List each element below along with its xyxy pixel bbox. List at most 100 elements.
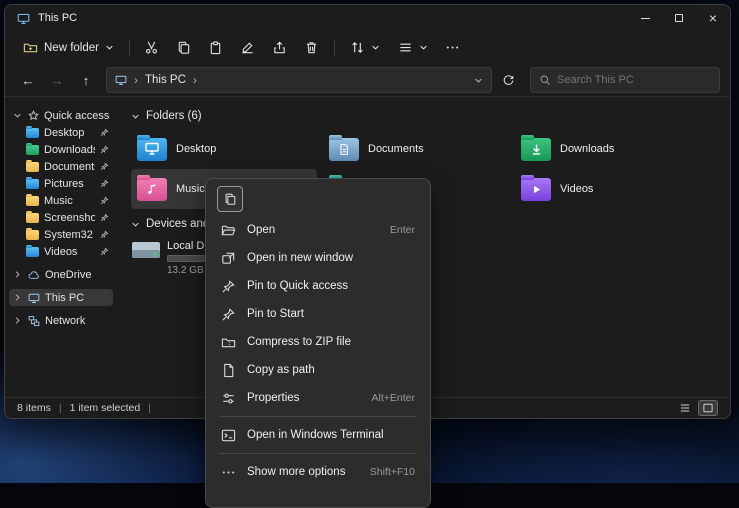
folders-section-header[interactable]: Folders (6) xyxy=(131,107,730,125)
quick-access-icon xyxy=(28,110,39,121)
back-button[interactable]: ← xyxy=(15,67,41,93)
chevron-down-icon xyxy=(371,43,380,52)
chevron-right-icon xyxy=(13,293,23,302)
pin-icon xyxy=(100,247,109,256)
menu-item-show-more-options[interactable]: Show more options Shift+F10 xyxy=(211,458,425,486)
cut-button[interactable] xyxy=(137,34,167,62)
menu-item-copy-as-path[interactable]: Copy as path xyxy=(211,356,425,384)
rename-icon xyxy=(240,40,255,55)
sidebar-item-system32[interactable]: System32 xyxy=(9,226,113,243)
menu-item-pin-to-start[interactable]: Pin to Start xyxy=(211,300,425,328)
refresh-button[interactable] xyxy=(495,67,521,93)
sidebar-item-videos[interactable]: Videos xyxy=(9,243,113,260)
share-button[interactable] xyxy=(265,34,295,62)
sidebar-item-onedrive[interactable]: OneDrive xyxy=(9,266,113,283)
sidebar-item-documents[interactable]: Documents xyxy=(9,158,113,175)
copy-icon xyxy=(176,40,191,55)
minimize-button[interactable] xyxy=(628,5,662,31)
chevron-down-icon xyxy=(419,43,428,52)
chevron-down-icon xyxy=(13,111,23,120)
address-bar: ← → ↑ › This PC › xyxy=(5,64,730,97)
menu-item-pin-to-quick-access[interactable]: Pin to Quick access xyxy=(211,272,425,300)
up-icon: ↑ xyxy=(83,73,90,88)
folder-tile-documents[interactable]: Documents xyxy=(323,129,509,169)
sidebar-item-label: Downloads xyxy=(44,144,95,156)
details-view-button[interactable] xyxy=(675,400,695,416)
menu-item-label: Pin to Quick access xyxy=(247,280,405,292)
sort-button[interactable] xyxy=(342,34,388,62)
search-box[interactable] xyxy=(530,67,720,93)
breadcrumb-chevron: › xyxy=(134,73,138,87)
address-dropdown-icon[interactable] xyxy=(474,76,483,85)
menu-item-open[interactable]: Open Enter xyxy=(211,216,425,244)
thumbnail-view-icon xyxy=(702,402,714,414)
menu-item-properties[interactable]: Properties Alt+Enter xyxy=(211,384,425,412)
sidebar-item-label: Documents xyxy=(44,161,95,173)
sidebar-item-downloads[interactable]: Downloads xyxy=(9,141,113,158)
new-folder-button[interactable]: New folder xyxy=(15,34,122,62)
maximize-icon xyxy=(675,14,683,22)
copy-button[interactable] xyxy=(169,34,199,62)
documents-folder-icon xyxy=(26,162,39,172)
desktop-folder-icon xyxy=(26,128,39,138)
folder-name: Music xyxy=(176,183,205,195)
app-icon xyxy=(17,12,30,25)
menu-item-open-in-windows-terminal[interactable]: Open in Windows Terminal xyxy=(211,421,425,449)
sidebar-item-this-pc[interactable]: This PC xyxy=(9,289,113,306)
sidebar-item-network[interactable]: Network xyxy=(9,312,113,329)
open-icon xyxy=(221,223,237,238)
up-button[interactable]: ↑ xyxy=(73,67,99,93)
chevron-right-icon xyxy=(13,270,23,279)
onedrive-cloud-icon xyxy=(28,269,40,281)
music-folder-icon xyxy=(26,196,39,206)
thumbnail-view-button[interactable] xyxy=(698,400,718,416)
paste-button[interactable] xyxy=(201,34,231,62)
folder-tile-videos[interactable]: Videos xyxy=(515,169,701,209)
search-input[interactable] xyxy=(557,74,711,86)
menu-separator xyxy=(219,453,417,454)
pin-icon xyxy=(100,162,109,171)
terminal-icon xyxy=(221,428,237,443)
screenshots-folder-icon xyxy=(26,213,39,223)
context-menu: Open Enter Open in new window Pin to Qui… xyxy=(205,178,431,508)
paste-icon xyxy=(208,40,223,55)
sidebar-item-quick-access[interactable]: Quick access xyxy=(9,107,113,124)
view-button[interactable] xyxy=(390,34,436,62)
documents-folder-icon xyxy=(329,138,359,161)
close-button[interactable]: × xyxy=(696,5,730,31)
sidebar-item-label: OneDrive xyxy=(45,269,109,281)
command-bar: New folder xyxy=(5,31,730,64)
pin-icon xyxy=(100,179,109,188)
delete-button[interactable] xyxy=(297,34,327,62)
forward-button[interactable]: → xyxy=(44,67,70,93)
rename-button[interactable] xyxy=(233,34,263,62)
cut-icon xyxy=(144,40,159,55)
selection-count: 1 item selected xyxy=(70,402,141,414)
refresh-icon xyxy=(502,74,515,87)
desktop-folder-icon xyxy=(137,138,167,161)
navigation-pane: Quick access Desktop Downloads Documents… xyxy=(5,97,117,397)
videos-folder-icon xyxy=(521,178,551,201)
item-count: 8 items xyxy=(17,402,51,414)
new-folder-icon xyxy=(23,40,38,55)
folder-name: Videos xyxy=(560,183,593,195)
downloads-folder-icon xyxy=(26,145,39,155)
folder-tile-downloads[interactable]: Downloads xyxy=(515,129,701,169)
sidebar-item-screenshots[interactable]: Screenshots xyxy=(9,209,113,226)
menu-item-label: Open xyxy=(247,224,380,236)
breadcrumb[interactable]: › This PC › xyxy=(106,67,492,93)
network-icon xyxy=(28,315,40,327)
folder-name: Desktop xyxy=(176,143,216,155)
sidebar-item-music[interactable]: Music xyxy=(9,192,113,209)
menu-item-open-in-new-window[interactable]: Open in new window xyxy=(211,244,425,272)
menu-item-label: Copy as path xyxy=(247,364,405,376)
folder-tile-desktop[interactable]: Desktop xyxy=(131,129,317,169)
quick-action-copy-button[interactable] xyxy=(217,186,243,212)
sidebar-item-pictures[interactable]: Pictures xyxy=(9,175,113,192)
maximize-button[interactable] xyxy=(662,5,696,31)
more-options-button[interactable] xyxy=(438,34,468,62)
menu-item-compress-to-zip[interactable]: Compress to ZIP file xyxy=(211,328,425,356)
breadcrumb-location[interactable]: This PC xyxy=(145,74,186,86)
sidebar-item-desktop[interactable]: Desktop xyxy=(9,124,113,141)
menu-item-shortcut: Alt+Enter xyxy=(372,392,415,404)
